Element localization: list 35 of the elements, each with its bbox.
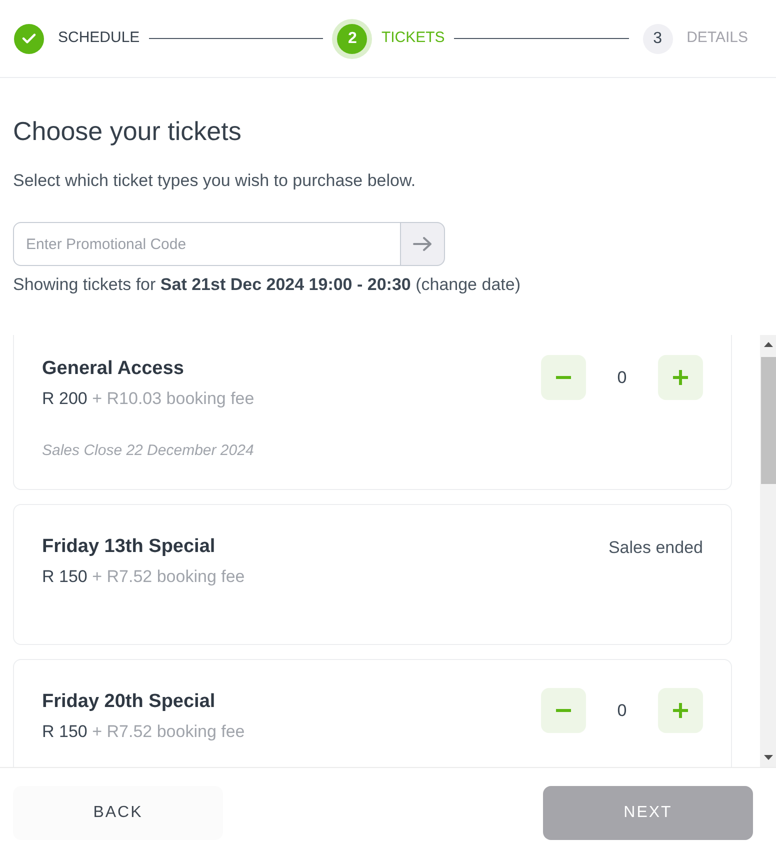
booking-fee: + R7.52 booking fee	[92, 722, 245, 741]
scrollbar-thumb[interactable]	[761, 357, 776, 484]
ticket-name: Friday 20th Special	[42, 690, 216, 714]
page-title: Choose your tickets	[13, 115, 242, 147]
decrease-button[interactable]	[541, 688, 586, 733]
ticket-quantity: 0	[616, 700, 628, 722]
increase-button[interactable]	[658, 355, 703, 400]
check-icon[interactable]	[14, 24, 44, 54]
sales-close-text: Sales Close 22 December 2024	[42, 441, 254, 461]
arrow-right-icon	[413, 237, 432, 251]
step-number[interactable]: 2	[337, 24, 368, 54]
plus-icon	[673, 703, 688, 718]
scroll-down-icon[interactable]	[764, 755, 772, 760]
ticket-name: Friday 13th Special	[42, 535, 216, 559]
ticket-name: General Access	[42, 357, 185, 381]
booking-fee: + R7.52 booking fee	[92, 567, 245, 586]
sales-status-text: Sales ended	[608, 537, 703, 559]
back-button[interactable]: BACK	[13, 786, 223, 840]
promo-code-field[interactable]: Enter Promotional Code	[13, 222, 401, 266]
scroll-up-icon[interactable]	[764, 342, 772, 347]
ticket-quantity: 0	[616, 367, 628, 389]
ticket-price: R 200	[42, 389, 88, 408]
intro-text: Select which ticket types you wish to purchase below.	[13, 170, 417, 192]
step-number[interactable]: 3	[642, 24, 673, 54]
step-label[interactable]: SCHEDULE	[58, 27, 140, 50]
increase-button[interactable]	[658, 688, 703, 733]
decrease-button[interactable]	[541, 355, 586, 400]
date-info-text: Showing tickets for Sat 21st Dec 2024 19:00 - 20:30 (change date)	[13, 274, 522, 296]
ticket-price: R 150	[42, 567, 88, 586]
plus-icon	[673, 370, 688, 385]
booking-fee: + R10.03 booking fee	[92, 389, 254, 408]
step-label[interactable]: TICKETS	[381, 27, 445, 50]
ticket-price: R 150	[42, 722, 88, 741]
apply-code-button[interactable]	[400, 222, 445, 266]
step-label[interactable]: DETAILS	[686, 27, 748, 50]
